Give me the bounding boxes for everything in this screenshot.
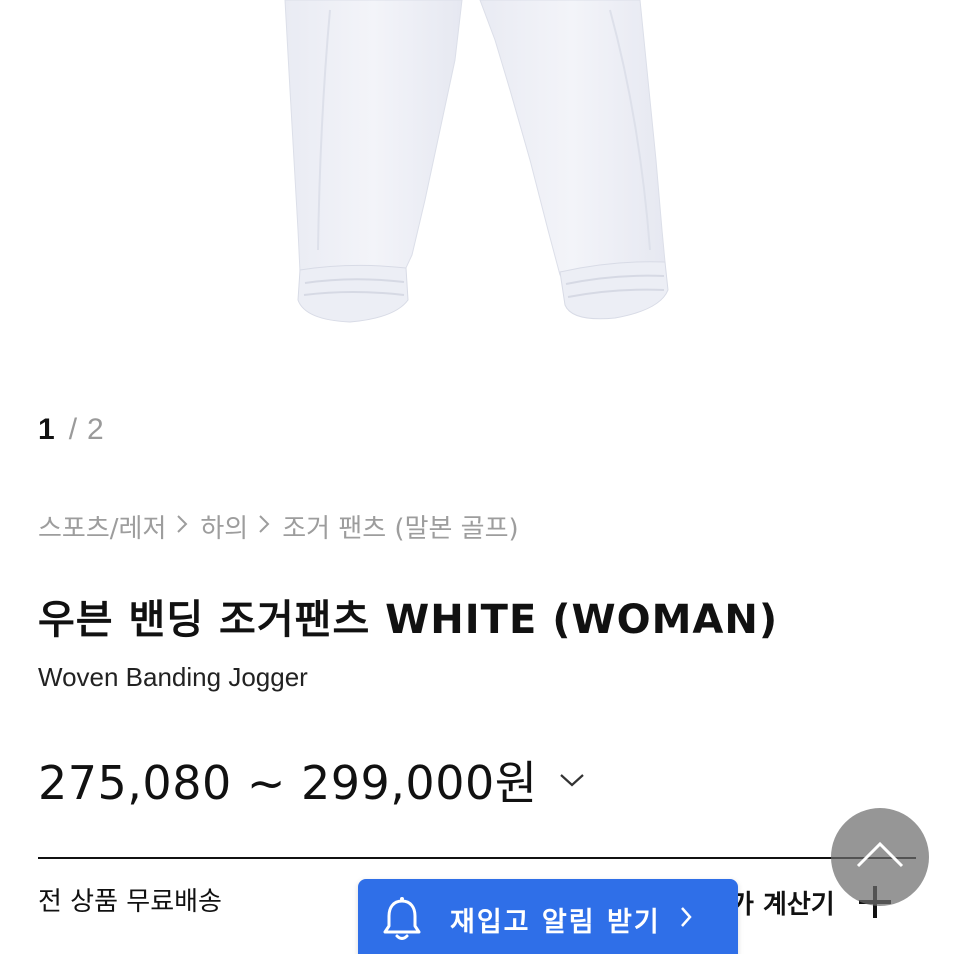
bell-icon [380,895,424,943]
chevron-right-icon [679,905,693,933]
pager-separator: / [68,413,78,446]
product-price: 275,080 ~ 299,000원 [38,756,538,810]
scroll-to-top-button[interactable] [831,808,929,906]
free-shipping-text: 전 상품 무료배송 [38,887,222,917]
pants-illustration [284,0,669,323]
product-subtitle: Woven Banding Jogger [38,662,308,692]
breadcrumb-item-jogger[interactable]: 조거 팬츠 (말본 골프) [282,508,518,545]
pager-total: 2 [87,413,104,446]
chevron-right-icon [258,511,270,541]
calculator-label: 가 계산기 [730,889,835,920]
restock-label: 재입고 알림 받기 [450,906,661,938]
product-title: 우븐 밴딩 조거팬츠 WHITE (WOMAN) [38,597,779,643]
chevron-right-icon [176,511,188,541]
restock-alert-button[interactable]: 재입고 알림 받기 [358,879,738,954]
image-pager: 1 / 2 [38,410,104,450]
chevron-down-icon[interactable] [552,760,592,800]
breadcrumb: 스포츠/레저 하의 조거 팬츠 (말본 골프) [38,506,519,546]
breadcrumb-item-bottoms[interactable]: 하의 [200,508,248,545]
product-image[interactable] [0,0,954,390]
divider [38,857,916,859]
pager-current: 1 [38,413,55,446]
chevron-up-icon [854,840,906,874]
breadcrumb-item-sports[interactable]: 스포츠/레저 [38,508,166,545]
price-row: 275,080 ~ 299,000원 [38,750,592,810]
